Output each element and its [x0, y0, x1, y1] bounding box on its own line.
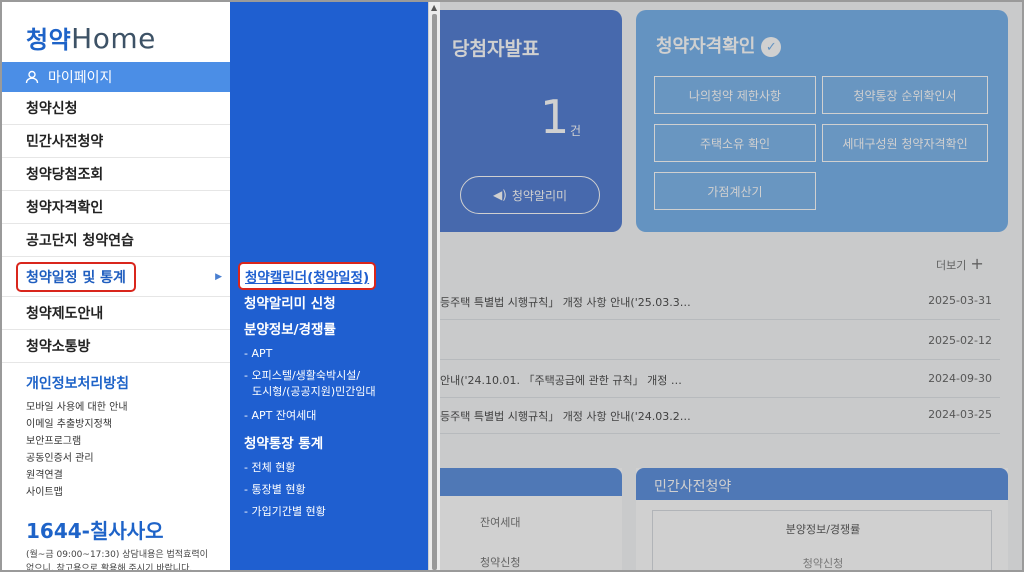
footer-link-mobile[interactable]: 모바일 사용에 대한 안내: [26, 399, 230, 416]
sidebar-item-label: 청약당첨조회: [26, 167, 104, 183]
submenu-by-account[interactable]: - 통장별 현황: [244, 482, 306, 498]
sidebar-item-label: 공고단지 청약연습: [26, 233, 134, 249]
footer-link-sitemap[interactable]: 사이트맵: [26, 484, 230, 501]
submenu-officetel-line: 도시형/(공공지원)민간임대: [252, 385, 376, 398]
scrollbar[interactable]: ▲: [428, 2, 440, 570]
sidebar: 청약Home 마이페이지 청약신청 민간사전청약 청약당첨조회 청약자격확인 공…: [2, 2, 230, 572]
submenu-panel: 청약캘린더(청약일정) 청약알리미 신청 분양정보/경쟁률 - APT - 오피…: [230, 2, 428, 570]
footer-link-security[interactable]: 보안프로그램: [26, 433, 230, 450]
submenu-officetel[interactable]: - 오피스텔/생활숙박시설/ 도시형/(공공지원)민간임대: [244, 368, 376, 400]
sidebar-item-schedule-stats[interactable]: 청약일정 및 통계 ▶: [2, 257, 230, 297]
sidebar-item-label: 청약일정 및 통계: [16, 261, 136, 292]
sidebar-item-label: 청약소통방: [26, 339, 91, 355]
submenu-total-status[interactable]: - 전체 현황: [244, 460, 295, 476]
scroll-up-icon[interactable]: ▲: [431, 3, 437, 12]
sidebar-item-private-pre-apply[interactable]: 민간사전청약: [2, 125, 230, 158]
sidebar-item-winner-lookup[interactable]: 청약당첨조회: [2, 158, 230, 191]
sidebar-item-practice[interactable]: 공고단지 청약연습: [2, 224, 230, 257]
sidebar-item-label: 청약자격확인: [26, 200, 104, 216]
mypage-label: 마이페이지: [48, 70, 113, 86]
user-icon: [24, 69, 40, 85]
footer-link-remote[interactable]: 원격연결: [26, 467, 230, 484]
contact-notice: (월~금 09:00~17:30) 상담내용은 법적효력이 없으니, 참고용으로…: [26, 548, 230, 572]
submenu-calendar[interactable]: 청약캘린더(청약일정): [238, 262, 377, 290]
chevron-right-icon: ▶: [215, 271, 222, 282]
site-logo[interactable]: 청약Home: [2, 2, 230, 62]
sidebar-item-label: 민간사전청약: [26, 134, 104, 150]
submenu-alarm-apply[interactable]: 청약알리미 신청: [244, 292, 336, 312]
sidebar-item-label: 청약제도안내: [26, 306, 104, 322]
submenu-account-stats[interactable]: 청약통장 통계: [244, 432, 323, 452]
logo-prefix: 청약: [26, 26, 72, 54]
scrollbar-thumb[interactable]: [432, 14, 437, 570]
contact-notice-line: 없으니, 참고용으로 활용해 주시기 바랍니다.: [26, 564, 193, 572]
submenu-apt[interactable]: - APT: [244, 346, 272, 362]
sidebar-item-apply[interactable]: 청약신청: [2, 92, 230, 125]
sidebar-item-label: 청약신청: [26, 101, 78, 117]
submenu-officetel-line: - 오피스텔/생활숙박시설/: [244, 369, 361, 382]
footer-link-certificate[interactable]: 공동인증서 관리: [26, 450, 230, 467]
submenu-by-period[interactable]: - 가입기간별 현황: [244, 504, 326, 520]
dim-overlay[interactable]: [440, 2, 1022, 570]
phone-number: 1644-칠사사오: [26, 519, 164, 543]
logo-suffix: Home: [71, 22, 156, 55]
sidebar-item-qualification[interactable]: 청약자격확인: [2, 191, 230, 224]
contact-section: 1644-칠사사오 (월~금 09:00~17:30) 상담내용은 법적효력이 …: [2, 501, 230, 572]
submenu-apt-remain[interactable]: - APT 잔여세대: [244, 408, 316, 424]
privacy-policy-link[interactable]: 개인정보처리방침: [26, 373, 230, 393]
sidebar-item-system-guide[interactable]: 청약제도안내: [2, 297, 230, 330]
submenu-supply-info[interactable]: 분양정보/경쟁률: [244, 318, 336, 338]
footer-link-email-policy[interactable]: 이메일 추출방지정책: [26, 416, 230, 433]
sidebar-item-communication[interactable]: 청약소통방: [2, 330, 230, 363]
contact-notice-line: (월~금 09:00~17:30) 상담내용은 법적효력이: [26, 550, 208, 560]
policy-section: 개인정보처리방침 모바일 사용에 대한 안내 이메일 추출방지정책 보안프로그램…: [2, 363, 230, 501]
mypage-link[interactable]: 마이페이지: [2, 62, 230, 92]
